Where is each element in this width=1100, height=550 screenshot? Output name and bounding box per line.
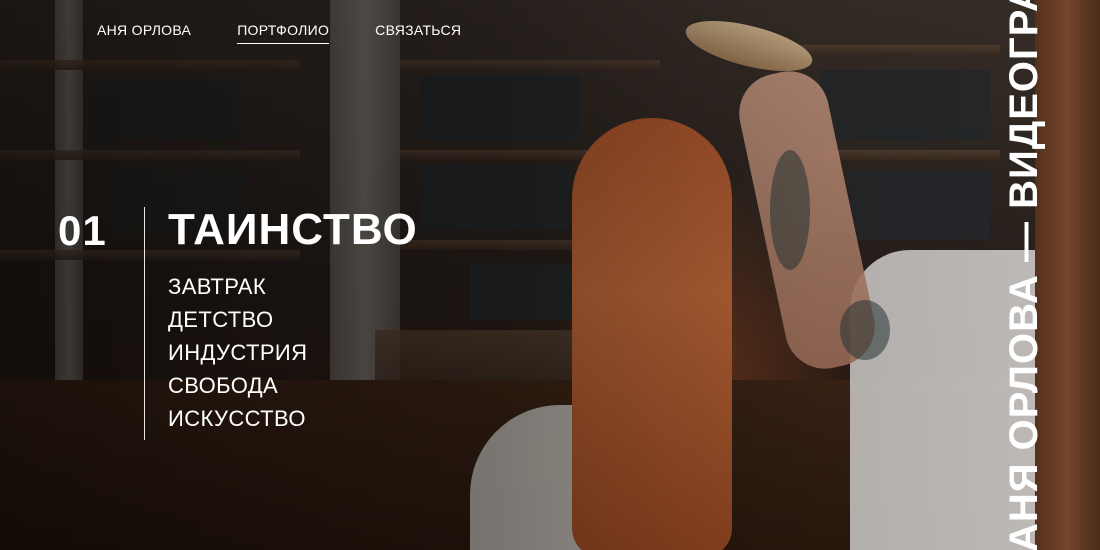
page: АНЯ ОРЛОВА ПОРТФОЛИО СВЯЗАТЬСЯ 01 ТАИНСТ… <box>0 0 1100 550</box>
top-nav: АНЯ ОРЛОВА ПОРТФОЛИО СВЯЗАТЬСЯ <box>97 22 461 44</box>
project-list-item[interactable]: ЗАВТРАК <box>168 270 307 303</box>
vertical-tagline: АНЯ ОРЛОВА — ВИДЕОГРАФ <box>1002 0 1046 550</box>
project-number: 01 <box>58 207 107 254</box>
project-list-item[interactable]: ИСКУССТВО <box>168 402 307 435</box>
nav-link-portfolio[interactable]: ПОРТФОЛИО <box>237 22 330 44</box>
project-list-item[interactable]: ДЕТСТВО <box>168 303 307 336</box>
background-overlay <box>0 0 1100 550</box>
project-divider <box>144 207 145 440</box>
vertical-tagline-container: АНЯ ОРЛОВА — ВИДЕОГРАФ <box>990 0 1050 550</box>
project-list: ЗАВТРАК ДЕТСТВО ИНДУСТРИЯ СВОБОДА ИСКУСС… <box>168 270 307 435</box>
background-photo <box>0 0 1100 550</box>
project-list-item[interactable]: ИНДУСТРИЯ <box>168 336 307 369</box>
project-list-item[interactable]: СВОБОДА <box>168 369 307 402</box>
nav-link-home[interactable]: АНЯ ОРЛОВА <box>97 22 191 44</box>
nav-link-contact[interactable]: СВЯЗАТЬСЯ <box>375 22 461 44</box>
project-title[interactable]: ТАИНСТВО <box>168 208 418 252</box>
